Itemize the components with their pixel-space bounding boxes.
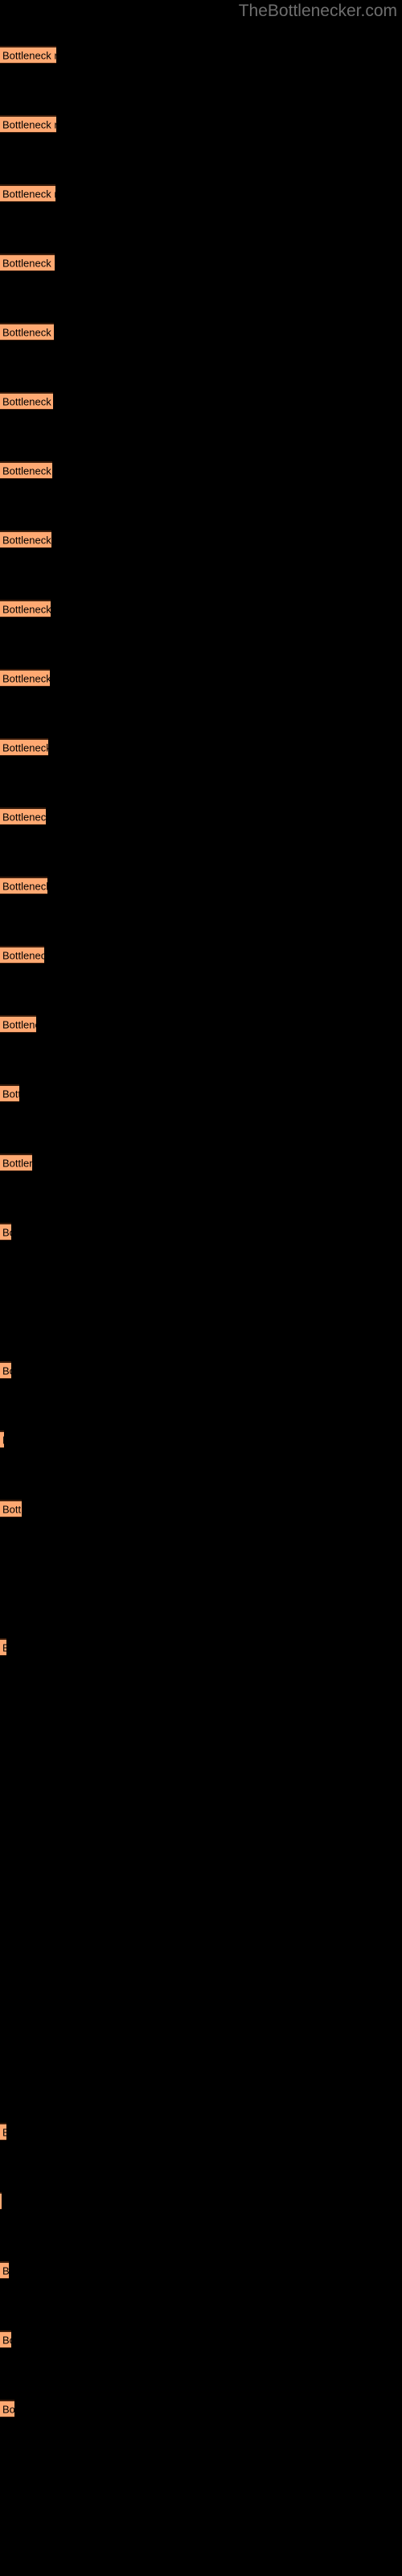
- bar: Bottleneck result: [0, 2261, 9, 2279]
- bar: Bottleneck result: [0, 877, 47, 894]
- bar: Bottleneck result: [0, 461, 52, 479]
- bar-label: Bottleneck result: [2, 1435, 4, 1445]
- bar-label: Bottleneck result: [2, 326, 54, 338]
- bar-label: Bottleneck result: [2, 1642, 6, 1653]
- bar: Bottleneck result: [0, 46, 56, 64]
- bar: Bottleneck result: [0, 2330, 11, 2348]
- bar: Bottleneck result: [0, 946, 44, 964]
- bottleneck-bar-chart: TheBottlenecker.com Bottleneck resultBot…: [0, 0, 402, 2576]
- bars-layer: Bottleneck result Bottleneck result Bottle…: [0, 0, 402, 2576]
- bar-label: Bottleneck result: [2, 1226, 11, 1238]
- bar-label: Bottleneck result: [2, 188, 55, 200]
- bar-label: Bottleneck result: [2, 1157, 32, 1169]
- bar-label: Bottleneck result: [2, 603, 51, 615]
- bar: Bottleneck result: [0, 184, 55, 202]
- bar-label: Bottleneck result: [2, 49, 56, 61]
- bar: Bottleneck result: [0, 600, 51, 617]
- bar: Bottleneck result: [0, 530, 51, 548]
- bar-label: Bottleneck result: [2, 811, 46, 823]
- bar-label: Bottleneck result: [2, 1088, 19, 1100]
- bar-label: Bottleneck result: [2, 464, 52, 477]
- bar-label: Bottleneck result: [2, 672, 50, 684]
- bar-label: Bottleneck result: [2, 949, 44, 961]
- bar: Bottleneck result: [0, 323, 54, 341]
- bar-label: Bottleneck result: [2, 2403, 14, 2415]
- bar-label: Bottleneck result: [2, 534, 51, 546]
- bar: Bottleneck result: [0, 392, 53, 410]
- bar-label: Bottleneck result: [2, 880, 47, 892]
- bar: Bottleneck result: [0, 115, 56, 133]
- bar: Bottleneck result: [0, 1361, 11, 1379]
- bar-label: Bottleneck result: [2, 257, 55, 269]
- bar-label: Bottleneck result: [2, 1018, 36, 1030]
- bar: Bottleneck result: [0, 1430, 4, 1448]
- bar: Bottleneck result: [0, 1223, 11, 1241]
- bar-label: Bottleneck result: [2, 2334, 11, 2346]
- bar-label: Bottleneck result: [2, 118, 56, 130]
- bar-label: Bottleneck result: [2, 1364, 11, 1377]
- bar: Bottleneck result: [0, 2400, 14, 2417]
- bar-label: Bottleneck result: [2, 2264, 9, 2277]
- bar: Bottleneck result: [0, 807, 46, 825]
- bar-label: Bottleneck result: [2, 741, 48, 753]
- bar-label: Bottleneck result: [2, 395, 53, 407]
- bar: Bottleneck result: [0, 2123, 6, 2140]
- bar: Bottleneck result: [0, 1154, 32, 1171]
- bar: Bottleneck result: [0, 1084, 19, 1102]
- bar: Bottleneck result: [0, 1500, 22, 1517]
- bar-label: Bottleneck result: [2, 1503, 22, 1515]
- bar: Bottleneck result: [0, 1015, 36, 1033]
- bar: Bottleneck result: [0, 2192, 2, 2210]
- bar: Bottleneck result: [0, 738, 48, 756]
- bar: Bottleneck result: [0, 669, 50, 687]
- bar: Bottleneck result: [0, 1638, 6, 1656]
- bar: Bottleneck result: [0, 254, 55, 271]
- bar-label: Bottleneck result: [2, 2127, 6, 2137]
